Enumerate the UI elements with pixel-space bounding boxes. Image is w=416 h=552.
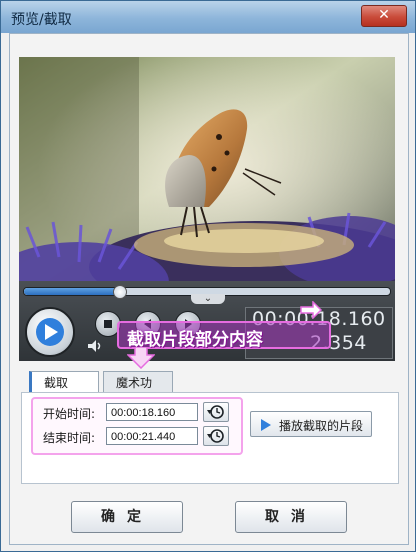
- volume-icon[interactable]: [87, 339, 105, 353]
- cancel-button[interactable]: 取消: [235, 501, 347, 533]
- play-icon: [261, 419, 271, 431]
- cancel-button-label: 取消: [265, 509, 317, 525]
- clock-reset-icon: [207, 405, 224, 419]
- end-time-label: 结束时间:: [43, 431, 96, 445]
- butterfly-frame-image: [19, 57, 395, 305]
- play-clip-button[interactable]: 播放截取的片段: [250, 411, 372, 437]
- start-time-label: 开始时间:: [43, 407, 96, 421]
- video-preview: [19, 57, 395, 305]
- tab-clip[interactable]: 截取: [29, 371, 99, 393]
- play-clip-label: 播放截取的片段: [279, 419, 364, 433]
- expand-toggle[interactable]: ⌄: [191, 294, 225, 304]
- callout-down-arrow-icon: [127, 347, 155, 369]
- end-time-input[interactable]: [106, 427, 198, 445]
- chevron-down-icon: ⌄: [203, 293, 213, 304]
- tab-magic[interactable]: 魔术功能: [103, 371, 173, 407]
- ok-button[interactable]: 确定: [71, 501, 183, 533]
- tab-clip-label: 截取: [44, 376, 69, 390]
- seek-thumb[interactable]: [113, 285, 128, 299]
- close-icon: ✕: [378, 7, 390, 23]
- seek-progress: [24, 288, 120, 295]
- play-icon: [36, 318, 64, 346]
- ok-button-label: 确定: [101, 509, 153, 525]
- start-time-input[interactable]: [106, 403, 198, 421]
- annotation-callout: 截取片段部分内容: [117, 321, 331, 350]
- window-title: 预览/截取: [11, 12, 72, 28]
- play-button[interactable]: [25, 307, 75, 357]
- start-time-reset-button[interactable]: [203, 402, 229, 422]
- close-button[interactable]: ✕: [361, 5, 407, 27]
- clock-reset-icon: [207, 429, 224, 443]
- title-bar[interactable]: 预览/截取 ✕: [1, 1, 415, 33]
- annotation-arrow-icon: [300, 301, 323, 319]
- preview-clip-window: 预览/截取 ✕ ⌄ 00:00:18.160 2.354 截取片段部分内容 截取…: [0, 0, 416, 552]
- end-time-reset-button[interactable]: [203, 426, 229, 446]
